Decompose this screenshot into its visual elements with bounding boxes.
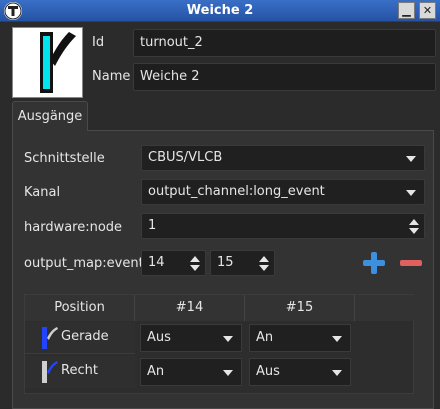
channel-value: output_channel:long_event: [148, 184, 325, 199]
spin-up-icon[interactable]: [190, 256, 200, 262]
row-label: Gerade: [61, 329, 109, 344]
window-title: Weiche 2: [186, 3, 254, 18]
table-row: Gerade: [25, 322, 135, 354]
minimize-button[interactable]: ▁: [398, 2, 415, 19]
turnout-preview-icon: [12, 27, 83, 98]
interface-value: CBUS/VLCB: [148, 150, 223, 165]
title-bar: Weiche 2 ▁ ✕: [0, 0, 440, 22]
output-map-label: output_map:events: [24, 256, 151, 271]
cell-select[interactable]: An: [140, 358, 242, 386]
position-table: Position #14 #15 Gerade Aus An Recht An …: [24, 294, 414, 394]
spin-down-icon[interactable]: [409, 228, 419, 234]
turnout-straight-icon: [42, 327, 58, 349]
column-header-event1: #14: [135, 295, 245, 321]
column-header-empty: [355, 295, 414, 321]
interface-label: Schnittstelle: [24, 151, 105, 166]
hardware-node-label: hardware:node: [24, 220, 123, 235]
hardware-node-value: 1: [148, 218, 157, 233]
chevron-down-icon: [332, 336, 342, 342]
minus-icon: [400, 260, 422, 266]
chevron-down-icon: [406, 190, 416, 196]
row-label: Recht: [61, 363, 98, 378]
chevron-down-icon: [223, 336, 233, 342]
spin-up-icon[interactable]: [409, 219, 419, 225]
cell-select[interactable]: Aus: [249, 358, 351, 386]
name-label: Name: [92, 69, 131, 84]
turnout-right-icon: [42, 361, 58, 383]
name-field[interactable]: Weiche 2: [133, 63, 436, 91]
event2-value: 15: [217, 255, 234, 270]
event1-spinbox[interactable]: 14: [141, 250, 206, 276]
add-button[interactable]: [361, 250, 387, 276]
column-header-position: Position: [25, 295, 135, 321]
spin-down-icon[interactable]: [190, 265, 200, 271]
tab-outputs[interactable]: Ausgänge: [12, 101, 88, 131]
cell-select[interactable]: An: [249, 324, 351, 352]
app-icon: [4, 2, 22, 20]
table-row: Recht: [25, 356, 135, 388]
spin-down-icon[interactable]: [259, 265, 269, 271]
spin-up-icon[interactable]: [259, 256, 269, 262]
close-button[interactable]: ✕: [419, 2, 436, 19]
channel-label: Kanal: [24, 185, 61, 200]
remove-button[interactable]: [398, 250, 424, 276]
chevron-down-icon: [332, 370, 342, 376]
chevron-down-icon: [223, 370, 233, 376]
id-label: Id: [92, 35, 105, 50]
hardware-node-spinbox[interactable]: 1: [141, 213, 425, 239]
cell-value: Aus: [147, 330, 171, 345]
id-field[interactable]: turnout_2: [133, 29, 436, 57]
column-header-event2: #15: [245, 295, 355, 321]
cell-select[interactable]: Aus: [140, 324, 242, 352]
cell-value: An: [147, 364, 165, 379]
cell-value: Aus: [256, 364, 280, 379]
chevron-down-icon: [406, 156, 416, 162]
event1-value: 14: [148, 255, 165, 270]
event2-spinbox[interactable]: 15: [210, 250, 275, 276]
plus-icon: [363, 252, 385, 274]
interface-select[interactable]: CBUS/VLCB: [141, 145, 425, 171]
channel-select[interactable]: output_channel:long_event: [141, 179, 425, 205]
cell-value: An: [256, 330, 274, 345]
